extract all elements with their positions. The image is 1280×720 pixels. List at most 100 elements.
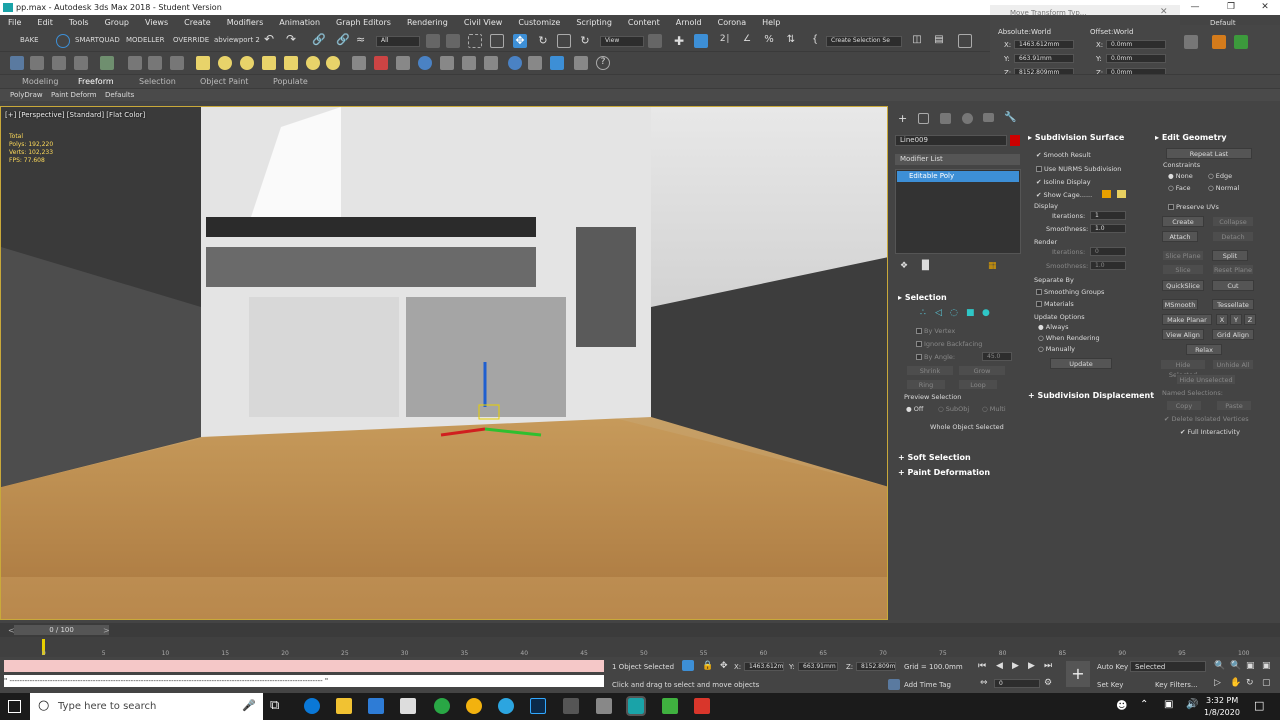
make-planar-button[interactable]: Make Planar <box>1162 314 1212 325</box>
scale-icon[interactable] <box>557 34 571 48</box>
close-button[interactable]: ✕ <box>1248 0 1280 15</box>
auto-key-button[interactable]: Auto Key <box>1097 663 1128 671</box>
menu-edit[interactable]: Edit <box>29 15 61 30</box>
layer-explorer-icon[interactable] <box>958 34 972 48</box>
app-gray-icon[interactable] <box>596 698 612 714</box>
named-selection-dropdown[interactable]: Create Selection Se <box>826 36 902 47</box>
zoom-icon[interactable]: 🔍 <box>1214 661 1225 671</box>
menu-scripting[interactable]: Scripting <box>568 15 620 30</box>
by-angle-checkbox[interactable]: By Angle: <box>916 353 955 361</box>
smoothness-field[interactable]: 1.0 <box>1090 224 1126 233</box>
slice-plane-button[interactable]: Slice Plane <box>1162 250 1204 261</box>
manually-radio[interactable]: ○ Manually <box>1038 345 1075 353</box>
rollout-soft-selection[interactable]: + Soft Selection <box>898 453 971 462</box>
modify-tab-icon[interactable] <box>918 113 929 124</box>
telegram-icon[interactable] <box>498 698 514 714</box>
stack-item-editable-poly[interactable]: Editable Poly <box>897 171 1019 182</box>
select-by-name-icon[interactable] <box>446 34 460 48</box>
element-mode-icon[interactable]: ● <box>982 308 990 318</box>
task-view-icon[interactable]: ⧉ <box>270 698 279 713</box>
object-name-field[interactable]: Line009 <box>895 135 1007 146</box>
orbit-icon[interactable]: ↻ <box>1246 678 1254 688</box>
reset-plane-button[interactable]: Reset Plane <box>1212 264 1254 275</box>
planar-y-button[interactable]: Y <box>1230 314 1242 325</box>
time-tag-icon[interactable] <box>888 679 900 690</box>
hierarchy-tab-icon[interactable] <box>940 113 951 124</box>
status-y-field[interactable]: 663.91mm <box>798 662 838 671</box>
menu-graph-editors[interactable]: Graph Editors <box>328 15 399 30</box>
menu-file[interactable]: File <box>0 15 29 30</box>
display-tab-icon[interactable] <box>983 113 994 122</box>
window-crossing-icon[interactable] <box>490 34 504 48</box>
photoshop-icon[interactable] <box>530 698 546 714</box>
angle-snap-icon[interactable]: ∠ <box>740 34 754 48</box>
slice-button[interactable]: Slice <box>1162 264 1204 275</box>
time-config-icon[interactable]: ⚙ <box>1044 678 1052 688</box>
calculator-icon[interactable] <box>563 698 579 714</box>
copy-button[interactable]: Copy <box>1166 400 1202 411</box>
grid-icon[interactable] <box>74 56 88 70</box>
maxscript-listener[interactable] <box>4 660 604 672</box>
set-key-button[interactable]: Set Key <box>1097 681 1123 689</box>
teapot-icon[interactable] <box>262 56 276 70</box>
settings-icon[interactable] <box>574 56 588 70</box>
subtab-polydraw[interactable]: PolyDraw <box>10 91 43 99</box>
keyboard-shortcut-icon[interactable] <box>694 34 708 48</box>
rect-selection-icon[interactable] <box>468 34 482 48</box>
full-interactivity-checkbox[interactable]: ✔ Full Interactivity <box>1180 428 1240 436</box>
preview-subobj-radio[interactable]: ○ SubObj <box>938 405 969 413</box>
scatter-icon[interactable] <box>396 56 410 70</box>
pivot-icon[interactable] <box>648 34 662 48</box>
environment-icon[interactable] <box>508 56 522 70</box>
taskbar-search-box[interactable]: ○ Type here to search 🎤 <box>30 693 263 720</box>
time-slider[interactable]: < 0 / 100 > <box>0 623 1280 637</box>
collapse-button[interactable]: Collapse <box>1212 216 1254 227</box>
override-button[interactable]: OVERRIDE <box>173 36 209 44</box>
tessellate-button[interactable]: Tessellate <box>1212 299 1254 310</box>
file-explorer-icon[interactable] <box>336 698 352 714</box>
link-icon[interactable]: 🔗 <box>312 33 326 46</box>
frame-indicator[interactable]: 0 / 100 <box>14 625 109 635</box>
rollout-selection-title[interactable]: ▸ Selection <box>898 293 947 302</box>
loop-button[interactable]: Loop <box>958 379 998 390</box>
selection-lock-icon[interactable]: 🔒 <box>702 661 713 671</box>
redo-icon[interactable]: ↷ <box>286 32 296 46</box>
perspective-viewport[interactable]: [+] [Perspective] [Standard] [Flat Color… <box>0 106 888 620</box>
tab-object-paint[interactable]: Object Paint <box>200 77 248 86</box>
preview-multi-radio[interactable]: ○ Multi <box>982 405 1006 413</box>
materials-checkbox[interactable]: Materials <box>1036 300 1074 308</box>
motion-tab-icon[interactable] <box>962 113 973 124</box>
sphere-icon[interactable] <box>218 56 232 70</box>
when-rendering-radio[interactable]: ○ When Rendering <box>1038 334 1100 342</box>
tray-expand-icon[interactable]: ⌃ <box>1140 699 1148 710</box>
configure-sets-icon[interactable]: ▦ <box>988 261 997 271</box>
isoline-checkbox[interactable]: ✔ Isoline Display <box>1036 178 1091 186</box>
prev-frame-icon[interactable]: ◀ <box>996 661 1003 671</box>
msmooth-button[interactable]: MSmooth <box>1162 299 1198 310</box>
render-smoothness-field[interactable]: 1.0 <box>1090 261 1126 270</box>
bake-button[interactable]: BAKE <box>20 36 39 44</box>
create-tab-icon[interactable]: + <box>898 112 907 125</box>
rollout-edit-geometry[interactable]: ▸ Edit Geometry <box>1155 133 1227 142</box>
select-manipulate-icon[interactable]: ✚ <box>672 34 686 48</box>
key-filters-button[interactable]: Key Filters... <box>1155 681 1198 689</box>
render-icon[interactable] <box>52 56 66 70</box>
constraint-none-radio[interactable]: ● None <box>1168 172 1193 180</box>
status-x-field[interactable]: 1463.612m <box>744 662 784 671</box>
goto-end-icon[interactable]: ⏭ <box>1044 661 1052 671</box>
microphone-icon[interactable]: 🎤 <box>242 699 256 712</box>
isolate-selection-icon[interactable] <box>682 660 694 671</box>
smartquad-button[interactable]: SMARTQUAD <box>75 36 120 44</box>
use-nurms-checkbox[interactable]: Use NURMS Subdivision <box>1036 165 1121 173</box>
corona-icon[interactable] <box>550 56 564 70</box>
offset-y-field[interactable]: 0.0mm <box>1106 54 1166 63</box>
menu-group[interactable]: Group <box>97 15 137 30</box>
angle-field[interactable]: 45.0 <box>982 352 1012 361</box>
curve-editor-icon[interactable] <box>128 56 142 70</box>
cut-button[interactable]: Cut <box>1212 280 1254 291</box>
tab-selection[interactable]: Selection <box>139 77 176 86</box>
create-button[interactable]: Create <box>1162 216 1204 227</box>
by-vertex-checkbox[interactable]: By Vertex <box>916 327 955 335</box>
edge-mode-icon[interactable]: ◁ <box>935 308 942 318</box>
menu-rendering[interactable]: Rendering <box>399 15 456 30</box>
